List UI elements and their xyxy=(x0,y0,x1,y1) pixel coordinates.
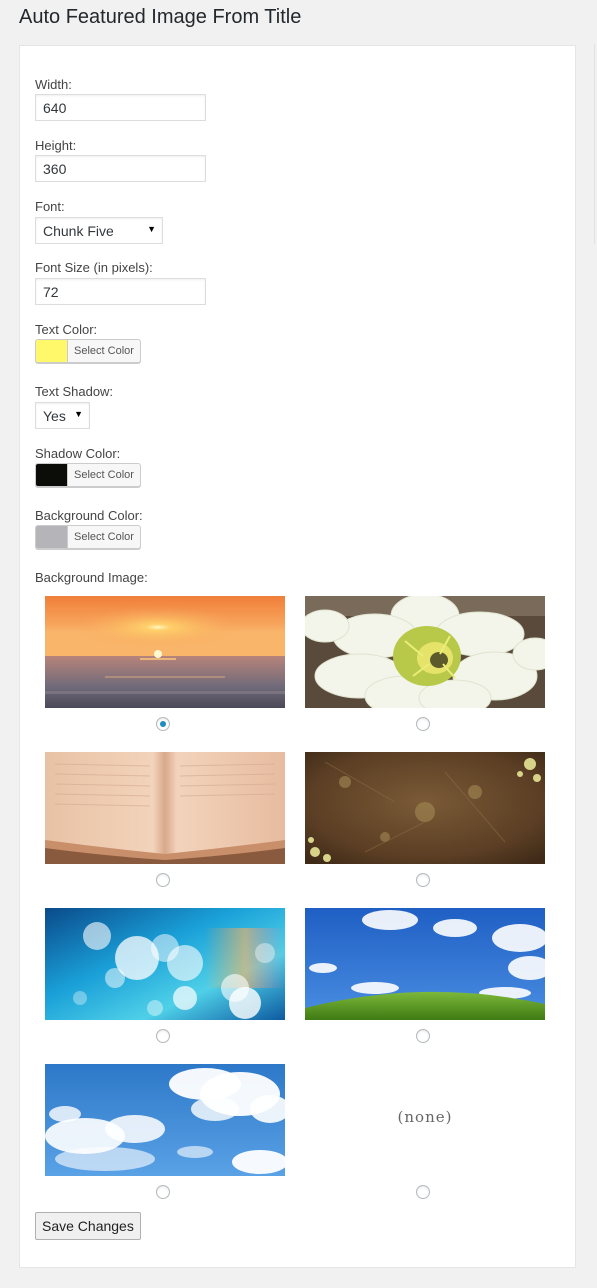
bg-radio-sunset[interactable] xyxy=(156,717,170,731)
select-color-button[interactable]: Select Color xyxy=(68,340,140,362)
save-changes-button[interactable]: Save Changes xyxy=(35,1212,141,1240)
page-title: Auto Featured Image From Title xyxy=(19,6,302,28)
shadow-color-picker[interactable]: Select Color xyxy=(35,463,141,487)
bg-image-grunge[interactable] xyxy=(305,752,545,864)
text-shadow-select[interactable]: Yes ▼ xyxy=(35,402,90,429)
shadow-color-swatch xyxy=(36,464,68,486)
width-input[interactable] xyxy=(35,94,206,121)
bg-radio-none[interactable] xyxy=(416,1185,430,1199)
background-color-swatch xyxy=(36,526,68,548)
bg-radio-flower[interactable] xyxy=(416,717,430,731)
background-color-picker[interactable]: Select Color xyxy=(35,525,141,549)
font-size-label: Font Size (in pixels): xyxy=(35,260,153,275)
select-color-button[interactable]: Select Color xyxy=(68,526,140,548)
bg-image-flower[interactable] xyxy=(305,596,545,708)
font-select-value: Chunk Five xyxy=(43,222,114,239)
bg-image-book[interactable] xyxy=(45,752,285,864)
bg-radio-book[interactable] xyxy=(156,873,170,887)
bg-image-clouds[interactable] xyxy=(45,1064,285,1176)
bg-image-hill[interactable] xyxy=(305,908,545,1020)
text-shadow-select-value: Yes xyxy=(43,407,66,424)
bg-radio-grunge[interactable] xyxy=(416,873,430,887)
bg-option-none-label[interactable]: (none) xyxy=(305,1108,545,1126)
width-label: Width: xyxy=(35,77,72,92)
background-image-label: Background Image: xyxy=(35,570,148,585)
bg-image-bokeh[interactable] xyxy=(45,908,285,1020)
height-label: Height: xyxy=(35,138,77,153)
text-shadow-label: Text Shadow: xyxy=(35,384,114,399)
text-color-picker[interactable]: Select Color xyxy=(35,339,141,363)
font-size-input[interactable] xyxy=(35,278,206,305)
text-color-swatch xyxy=(36,340,68,362)
dropdown-arrow-icon: ▼ xyxy=(74,409,83,419)
background-color-label: Background Color: xyxy=(35,508,143,523)
font-select[interactable]: Chunk Five ▼ xyxy=(35,217,163,244)
bg-image-sunset[interactable] xyxy=(45,596,285,708)
bg-radio-clouds[interactable] xyxy=(156,1185,170,1199)
text-color-label: Text Color: xyxy=(35,322,98,337)
settings-panel: Width: Height: Font: Chunk Five ▼ Font S… xyxy=(19,45,576,1268)
bg-radio-hill[interactable] xyxy=(416,1029,430,1043)
bg-radio-bokeh[interactable] xyxy=(156,1029,170,1043)
dropdown-arrow-icon: ▼ xyxy=(147,224,156,234)
font-label: Font: xyxy=(35,199,65,214)
select-color-button[interactable]: Select Color xyxy=(68,464,140,486)
height-input[interactable] xyxy=(35,155,206,182)
shadow-color-label: Shadow Color: xyxy=(35,446,121,461)
